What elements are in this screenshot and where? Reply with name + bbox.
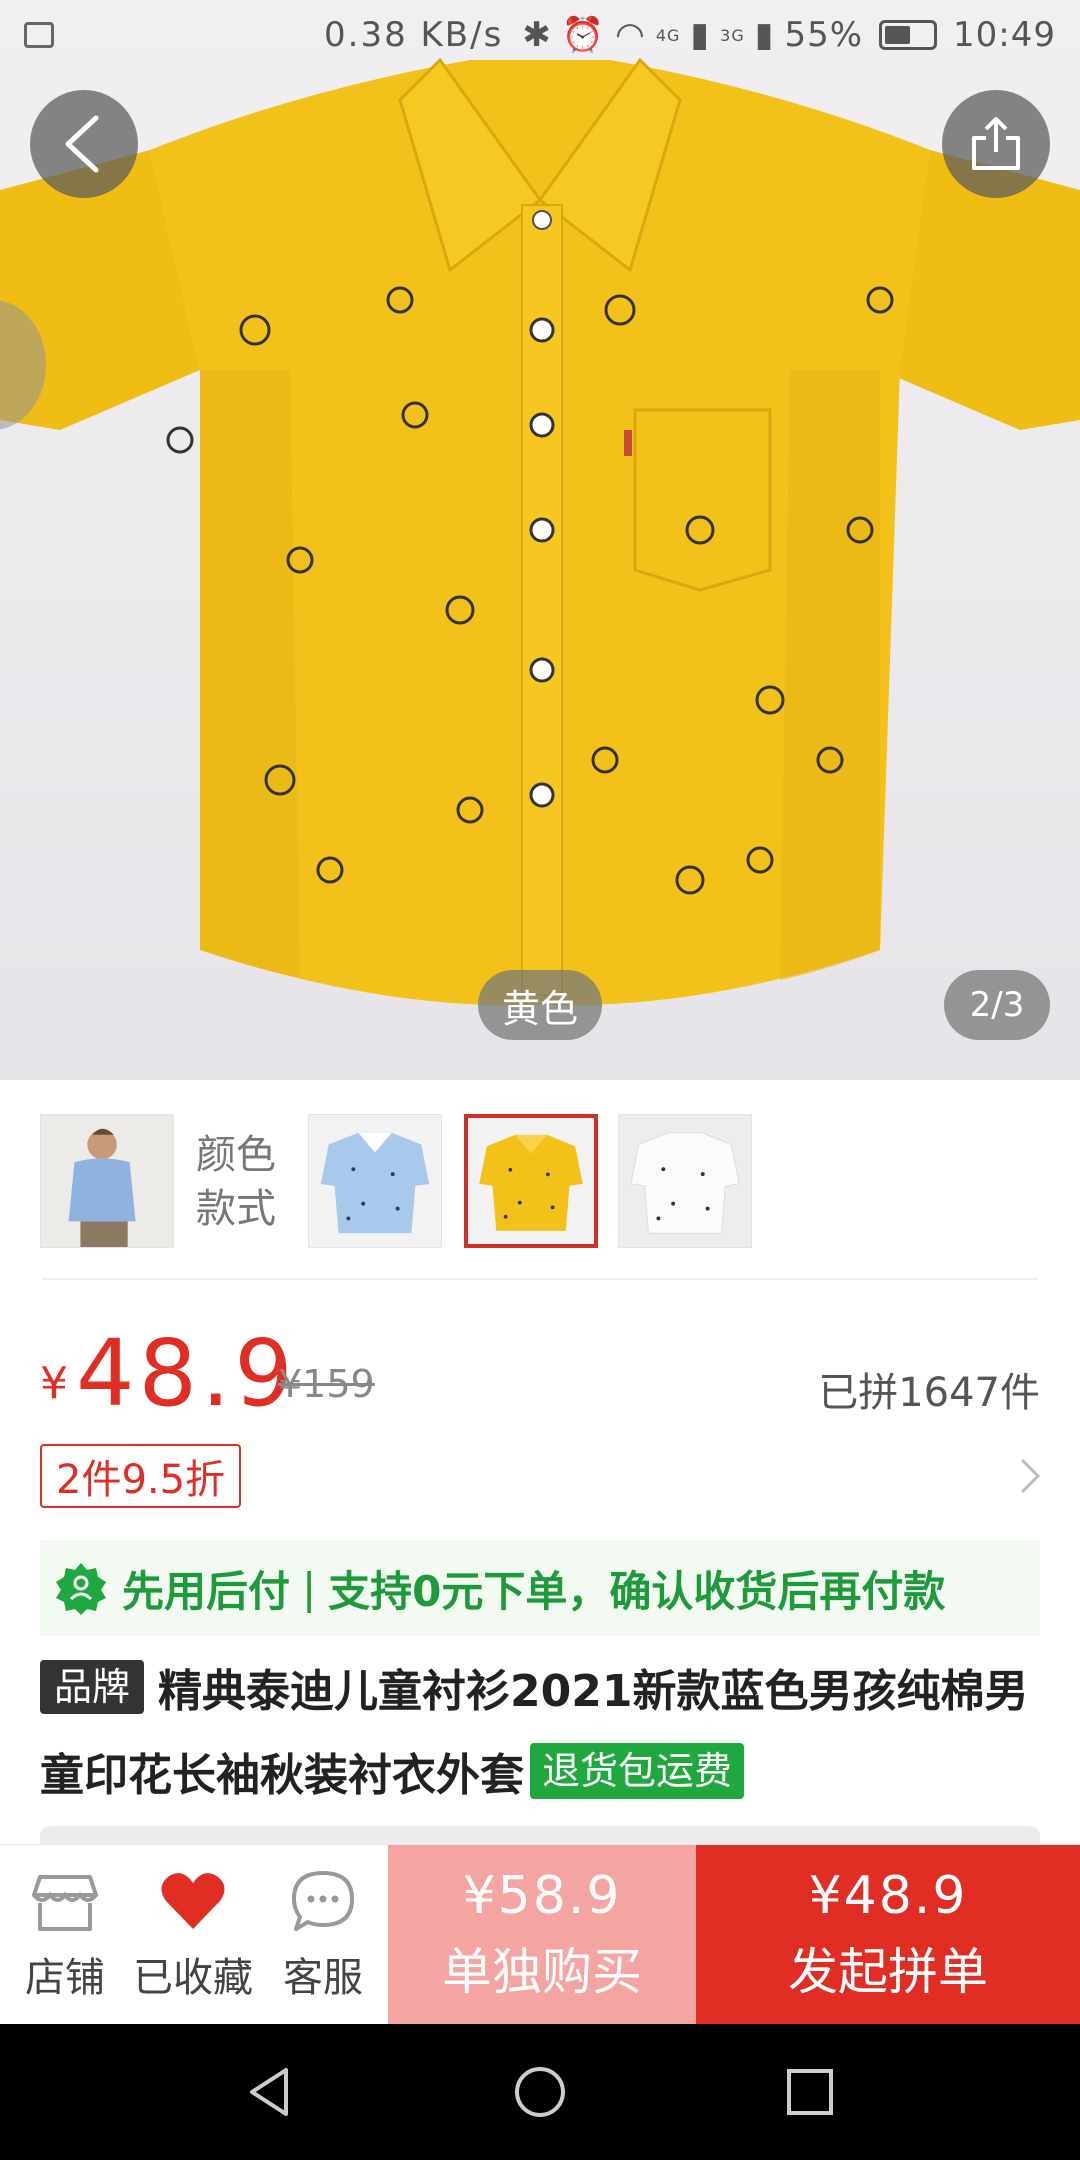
signal-icon: ▮ [690, 15, 711, 55]
status-bar: 0.38 KB/s ✱ ⏰ ◠ 4G ▮ 3G ▮ 55% 10:49 [0, 0, 1080, 70]
price-row: ¥ 48.9 ¥159 已拼1647件 [40, 1320, 1040, 1427]
current-price: 48.9 [76, 1320, 297, 1427]
variant-selector: 颜色款式 [0, 1080, 1080, 1280]
chevron-right-icon[interactable] [1010, 1454, 1050, 1498]
variant-thumb-white[interactable] [618, 1114, 752, 1248]
store-button[interactable]: 店铺 [0, 1867, 130, 2003]
nav-back-icon[interactable] [240, 2062, 300, 2122]
nav-recents-icon[interactable] [780, 2062, 840, 2122]
pay-later-description: 支持0元下单，确认收货后再付款 [328, 1566, 946, 1616]
customer-service-button[interactable]: 客服 [258, 1867, 388, 2003]
bluetooth-icon: ✱ [522, 15, 552, 55]
pay-later-label: 先用后付 [122, 1566, 291, 1616]
battery-percent: 55% [784, 15, 864, 55]
product-image-carousel[interactable]: 0.38 KB/s ✱ ⏰ ◠ 4G ▮ 3G ▮ 55% 10:49 黄色 2… [0, 0, 1080, 1080]
model-photo-thumbnail [41, 1115, 173, 1247]
solo-price: ¥58.9 [462, 1866, 622, 1926]
store-label: 店铺 [25, 1955, 105, 2001]
variant-label: 颜色款式 [196, 1132, 276, 1232]
section-divider [42, 1278, 1038, 1280]
wifi-icon: ◠ [615, 15, 646, 55]
discount-tag[interactable]: 2件9.5折 [40, 1444, 242, 1508]
image-page-counter: 2/3 [944, 970, 1050, 1040]
nav-home-icon[interactable] [510, 2062, 570, 2122]
back-button[interactable] [30, 90, 138, 198]
network-3g-label: 3G [720, 25, 745, 45]
start-group-buy-button[interactable]: ¥48.9 发起拼单 [696, 1845, 1080, 2025]
pay-later-banner[interactable]: 先用后付 | 支持0元下单，确认收货后再付款 [40, 1540, 1040, 1636]
favorited-label: 已收藏 [133, 1955, 253, 2001]
back-arrow-icon [65, 115, 99, 173]
variant-thumb-yellow[interactable] [464, 1114, 598, 1248]
blue-shirt-thumbnail [309, 1115, 441, 1247]
variant-thumb-blue[interactable] [308, 1114, 442, 1248]
favorite-button[interactable]: 已收藏 [128, 1867, 258, 2003]
brand-tag: 品牌 [40, 1660, 145, 1714]
battery-icon [879, 20, 938, 50]
buy-alone-button[interactable]: ¥58.9 单独购买 [388, 1845, 696, 2025]
yellow-shirt-photo [0, 57, 1080, 1006]
group-price: ¥48.9 [808, 1866, 968, 1926]
android-nav-bar [0, 2024, 1080, 2160]
pay-later-badge-icon [56, 1563, 106, 1615]
clock: 10:49 [953, 15, 1056, 55]
share-icon [972, 117, 1020, 170]
pay-later-separator: | [302, 1563, 317, 1613]
service-label: 客服 [283, 1955, 363, 2001]
group-label: 发起拼单 [788, 1943, 988, 2001]
bottom-action-bar: 店铺 已收藏 客服 ¥58.9 单独购买 ¥48.9 发起拼单 [0, 1844, 1080, 2025]
network-speed: 0.38 KB/s [324, 15, 504, 55]
solo-label: 单独购买 [442, 1943, 642, 2001]
signal-icon-2: ▮ [754, 15, 775, 55]
white-shirt-thumbnail [619, 1115, 751, 1247]
yellow-shirt-thumbnail [468, 1118, 594, 1244]
network-4g-label: 4G [655, 25, 681, 45]
price-currency: ¥ [40, 1358, 68, 1409]
store-icon [32, 1875, 98, 1931]
share-button[interactable] [942, 90, 1050, 198]
variant-thumb-model[interactable] [40, 1114, 174, 1248]
alarm-icon: ⏰ [561, 15, 606, 55]
free-return-tag: 退货包运费 [530, 1743, 745, 1799]
chat-bubble-icon [292, 1871, 354, 1931]
product-title-block: 品牌 精典泰迪儿童衬衫2021新款蓝色男孩纯棉男童印花长袖秋装衬衣外套 退货包运费 [40, 1650, 1050, 1818]
color-label-pill: 黄色 [478, 970, 602, 1040]
sold-count: 已拼1647件 [818, 1370, 1040, 1416]
heart-icon [161, 1873, 225, 1929]
gallery-notification-icon [24, 22, 54, 48]
original-price: ¥159 [278, 1362, 375, 1406]
